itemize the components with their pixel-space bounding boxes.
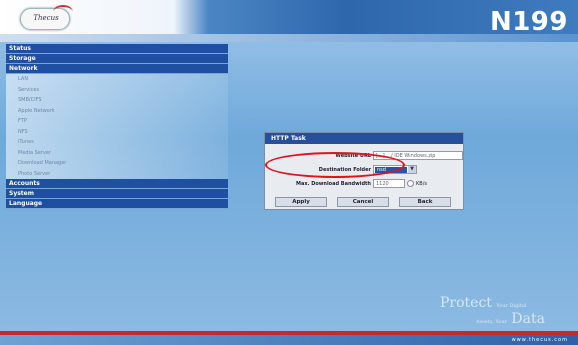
chevron-down-icon[interactable]: ▼ [408, 166, 416, 173]
sidebar-section-system[interactable]: System [6, 189, 228, 199]
sidebar-section-language[interactable]: Language [6, 199, 228, 209]
header-banner: Thecus N199 [0, 0, 578, 42]
back-button[interactable]: Back [399, 197, 451, 207]
sidebar-section-accounts[interactable]: Accounts [6, 179, 228, 189]
tagline-protect: Protect [440, 295, 492, 311]
sidebar-item-apple-network[interactable]: Apple Network [6, 105, 228, 116]
sidebar-section-status[interactable]: Status [6, 44, 228, 54]
sidebar-item-download-manager[interactable]: Download Manager [6, 158, 228, 169]
brand-logo[interactable]: Thecus [20, 5, 73, 30]
dialog-title: HTTP Task [265, 133, 463, 144]
footer-tagline: Protect Your Digital Assets. Your Data [440, 295, 545, 327]
bandwidth-unit-label: KB/s [416, 181, 427, 187]
sidebar-item-lan[interactable]: LAN [6, 74, 228, 85]
bandwidth-label: Max. Download Bandwidth [295, 181, 371, 187]
sidebar-section-storage[interactable]: Storage [6, 54, 228, 64]
sidebar-item-smb[interactable]: SMB/CIFS [6, 95, 228, 106]
cancel-button[interactable]: Cancel [337, 197, 389, 207]
tagline-data: Data [511, 311, 545, 327]
sidebar-item-services[interactable]: Services [6, 84, 228, 95]
sidebar-item-nfs[interactable]: NFS [6, 126, 228, 137]
sidebar-item-ftp[interactable]: FTP [6, 116, 228, 127]
tagline-small-2: Assets. Your [476, 319, 507, 325]
bandwidth-row: Max. Download Bandwidth 1120 KB/s [265, 178, 465, 190]
bandwidth-input[interactable]: 1120 [373, 179, 405, 188]
annotation-highlight-circle [265, 152, 405, 178]
logo-text: Thecus [33, 14, 59, 22]
app-window: Thecus N199 Status Storage Network LAN S… [0, 0, 578, 345]
bandwidth-unit-radio[interactable] [407, 180, 414, 187]
sidebar-menu: Status Storage Network LAN Services SMB/… [6, 44, 228, 209]
model-name: N199 [489, 7, 568, 37]
sidebar-item-media-server[interactable]: Media Server [6, 147, 228, 158]
footer-bar: www.thecus.com [0, 335, 578, 345]
footer-url[interactable]: www.thecus.com [512, 337, 568, 343]
tagline-small-1: Your Digital [496, 303, 527, 309]
sidebar-item-photo-server[interactable]: Photo Server [6, 168, 228, 179]
sidebar-item-itunes[interactable]: iTunes [6, 137, 228, 148]
apply-button[interactable]: Apply [275, 197, 327, 207]
sidebar-section-network[interactable]: Network [6, 64, 228, 74]
